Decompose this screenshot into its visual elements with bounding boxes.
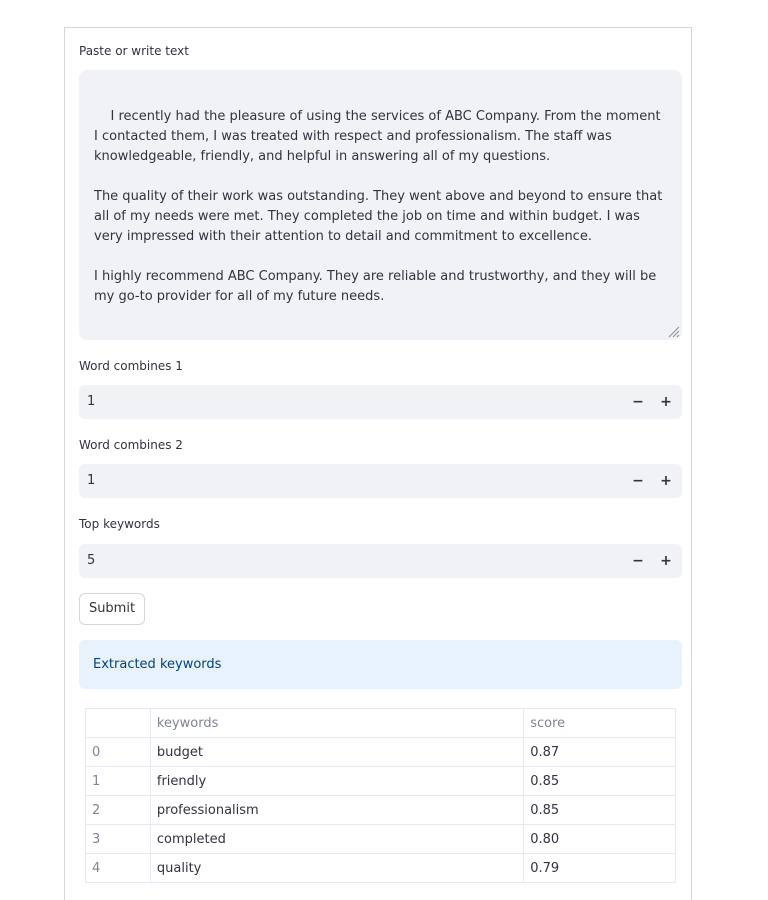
word-combines-1-value: 1 xyxy=(87,394,96,409)
row-index[interactable]: 0 xyxy=(85,737,151,767)
main-container: Paste or write text I recently had the p… xyxy=(64,27,692,900)
row-index[interactable]: 3 xyxy=(85,824,151,854)
word-combines-2-value: 1 xyxy=(87,473,96,488)
keywords-header[interactable]: keywords xyxy=(149,708,525,738)
minus-icon[interactable]: − xyxy=(624,544,652,578)
top-keywords-label: Top keywords xyxy=(79,517,160,531)
info-alert: Extracted keywords xyxy=(79,640,682,689)
row-index[interactable]: 4 xyxy=(85,853,151,883)
index-header[interactable] xyxy=(85,708,151,738)
keyword-cell[interactable]: quality xyxy=(149,853,525,883)
score-header[interactable]: score xyxy=(523,708,676,738)
text-area-label: Paste or write text xyxy=(79,44,189,58)
row-index[interactable]: 1 xyxy=(85,766,151,796)
table-row: 3 completed 0.80 xyxy=(85,824,676,854)
text-area-value: I recently had the pleasure of using the… xyxy=(94,109,663,304)
minus-icon[interactable]: − xyxy=(624,385,652,419)
table-header-row: keywords score xyxy=(85,708,676,738)
submit-button[interactable]: Submit xyxy=(79,593,145,625)
plus-icon[interactable]: + xyxy=(652,544,680,578)
word-combines-2-input[interactable]: 1 − + xyxy=(79,464,682,498)
top-keywords-value: 5 xyxy=(87,553,96,568)
keywords-table[interactable]: keywords score 0 budget 0.87 1 friendly … xyxy=(85,708,676,883)
score-cell[interactable]: 0.87 xyxy=(523,737,676,767)
table-row: 4 quality 0.79 xyxy=(85,853,676,883)
word-combines-1-input[interactable]: 1 − + xyxy=(79,385,682,419)
info-message: Extracted keywords xyxy=(93,657,222,672)
minus-icon[interactable]: − xyxy=(624,464,652,498)
score-cell[interactable]: 0.79 xyxy=(523,853,676,883)
score-cell[interactable]: 0.80 xyxy=(523,824,676,854)
row-index[interactable]: 2 xyxy=(85,795,151,825)
word-combines-1-label: Word combines 1 xyxy=(79,359,183,373)
plus-icon[interactable]: + xyxy=(652,385,680,419)
keyword-cell[interactable]: professionalism xyxy=(149,795,525,825)
table-row: 2 professionalism 0.85 xyxy=(85,795,676,825)
plus-icon[interactable]: + xyxy=(652,464,680,498)
word-combines-2-label: Word combines 2 xyxy=(79,438,183,452)
keyword-cell[interactable]: friendly xyxy=(149,766,525,796)
score-cell[interactable]: 0.85 xyxy=(523,795,676,825)
table-row: 1 friendly 0.85 xyxy=(85,766,676,796)
score-cell[interactable]: 0.85 xyxy=(523,766,676,796)
resize-handle-icon[interactable] xyxy=(668,326,680,338)
table-row: 0 budget 0.87 xyxy=(85,737,676,767)
top-keywords-input[interactable]: 5 − + xyxy=(79,544,682,578)
keyword-cell[interactable]: budget xyxy=(149,737,525,767)
text-area-input[interactable]: I recently had the pleasure of using the… xyxy=(79,70,682,340)
keyword-cell[interactable]: completed xyxy=(149,824,525,854)
